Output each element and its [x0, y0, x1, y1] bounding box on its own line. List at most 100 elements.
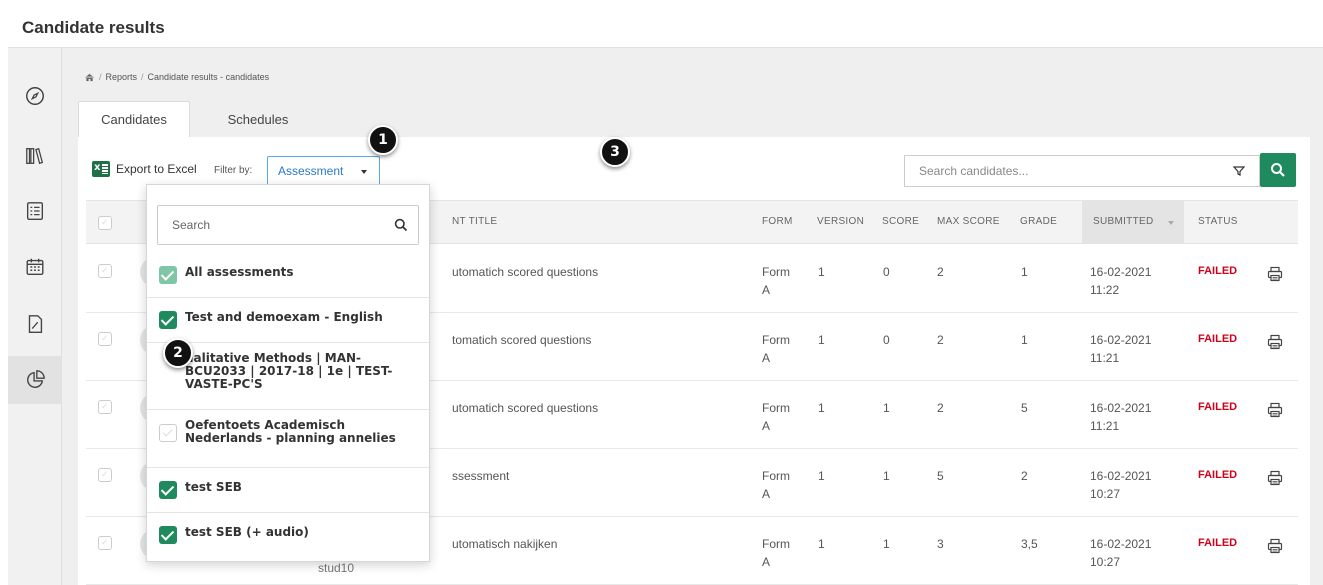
- row-checkbox[interactable]: ✓: [98, 536, 112, 550]
- document-icon[interactable]: [8, 300, 62, 348]
- tab-candidates[interactable]: Candidates: [78, 101, 190, 137]
- col-score[interactable]: SCORE: [882, 216, 919, 227]
- option-label: ualitative Methods | MAN- BCU2033 | 2017-…: [185, 352, 392, 391]
- col-version[interactable]: VERSION: [817, 216, 864, 227]
- col-form[interactable]: FORM: [762, 216, 793, 227]
- print-icon[interactable]: [1267, 538, 1283, 554]
- print-icon[interactable]: [1267, 334, 1283, 350]
- submitted-time: 11:22: [1090, 283, 1120, 297]
- col-title[interactable]: NT TITLE: [452, 216, 497, 227]
- option-label-line: test SEB (+ audio): [185, 525, 309, 539]
- version-value: 1: [818, 265, 825, 279]
- dropdown-option[interactable]: test SEB: [147, 468, 429, 513]
- score-value: 1: [883, 401, 890, 415]
- submitted-date: 16-02-2021: [1090, 265, 1152, 279]
- row-checkbox[interactable]: ✓: [98, 400, 112, 414]
- assessment-title[interactable]: ssessment: [452, 467, 509, 485]
- dropdown-search-input[interactable]: Search: [157, 205, 419, 245]
- form-sub-value: A: [762, 555, 771, 569]
- form-value: Form: [762, 265, 790, 279]
- grade-value: 1: [1021, 265, 1028, 279]
- assessment-title[interactable]: utomatich scored questions: [452, 263, 598, 281]
- filter-icon[interactable]: [1233, 165, 1245, 177]
- chart-pie-icon[interactable]: [8, 356, 62, 404]
- form-value: Form: [762, 333, 790, 347]
- calendar-icon[interactable]: [8, 243, 62, 291]
- compass-icon[interactable]: [8, 72, 62, 120]
- option-label-line: Nederlands - planning annelies: [185, 431, 396, 445]
- assessment-title[interactable]: utomatisch nakijken: [452, 535, 557, 553]
- score-value: 0: [883, 265, 890, 279]
- option-label-line: Test and demoexam - English: [185, 310, 383, 324]
- export-label: Export to Excel: [116, 162, 197, 176]
- print-icon[interactable]: [1267, 470, 1283, 486]
- option-label-line: VASTE-PC'S: [185, 377, 263, 391]
- list-icon[interactable]: [8, 187, 62, 235]
- form-sub-value: A: [762, 419, 771, 433]
- option-checkbox[interactable]: [159, 481, 177, 499]
- sort-desc-icon[interactable]: [1168, 221, 1174, 225]
- row-checkbox[interactable]: ✓: [98, 264, 112, 278]
- breadcrumb-current: Candidate results - candidates: [147, 72, 270, 82]
- submitted-date: 16-02-2021: [1090, 333, 1152, 347]
- tab-schedules-label: Schedules: [227, 111, 289, 127]
- option-checkbox[interactable]: [159, 424, 177, 442]
- grade-value: 2: [1021, 469, 1028, 483]
- option-label: All assessments: [185, 266, 294, 279]
- col-status[interactable]: STATUS: [1198, 216, 1238, 227]
- grade-value: 5: [1021, 401, 1028, 415]
- form-value: Form: [762, 469, 790, 483]
- score-value: 0: [883, 333, 890, 347]
- breadcrumb-separator: /: [99, 72, 102, 82]
- library-icon[interactable]: [8, 132, 62, 180]
- option-label: test SEB (+ audio): [185, 526, 309, 539]
- assessment-title[interactable]: utomatich scored questions: [452, 399, 598, 417]
- dropdown-option[interactable]: test SEB (+ audio): [147, 513, 429, 561]
- select-all-checkbox[interactable]: ✓: [98, 216, 112, 230]
- submitted-date: 16-02-2021: [1090, 537, 1152, 551]
- status-badge: FAILED: [1198, 401, 1238, 413]
- form-sub-value: A: [762, 487, 771, 501]
- row-checkbox[interactable]: ✓: [98, 468, 112, 482]
- filter-select[interactable]: Assessment: [267, 156, 380, 186]
- search-button[interactable]: [1260, 153, 1296, 187]
- dropdown-option[interactable]: All assessments: [147, 253, 429, 298]
- row-checkbox[interactable]: ✓: [98, 332, 112, 346]
- status-badge: FAILED: [1198, 333, 1238, 345]
- breadcrumb-reports[interactable]: Reports: [106, 72, 138, 82]
- search-candidates-input[interactable]: Search candidates...: [904, 155, 1260, 187]
- tab-schedules[interactable]: Schedules: [196, 101, 320, 137]
- option-checkbox[interactable]: [159, 266, 177, 284]
- print-icon[interactable]: [1267, 402, 1283, 418]
- breadcrumb: / Reports / Candidate results - candidat…: [84, 72, 269, 82]
- version-value: 1: [818, 537, 825, 551]
- version-value: 1: [818, 401, 825, 415]
- col-grade[interactable]: GRADE: [1020, 216, 1057, 227]
- status-badge: FAILED: [1198, 469, 1238, 481]
- max-score-value: 5: [937, 469, 944, 483]
- submitted-time: 11:21: [1090, 419, 1120, 433]
- form-value: Form: [762, 401, 790, 415]
- form-value: Form: [762, 537, 790, 551]
- form-sub-value: A: [762, 351, 771, 365]
- status-badge: FAILED: [1198, 265, 1238, 277]
- top-bar: Candidate results: [8, 8, 1323, 48]
- filter-label: Filter by:: [214, 165, 253, 176]
- col-max-score[interactable]: MAX SCORE: [937, 216, 1000, 227]
- submitted-time: 11:21: [1090, 351, 1120, 365]
- excel-icon: [92, 161, 110, 177]
- option-checkbox[interactable]: [159, 311, 177, 329]
- col-submitted[interactable]: SUBMITTED: [1093, 216, 1153, 227]
- max-score-value: 2: [937, 333, 944, 347]
- max-score-value: 2: [937, 265, 944, 279]
- print-icon[interactable]: [1267, 266, 1283, 282]
- home-icon[interactable]: [84, 73, 95, 82]
- dropdown-option[interactable]: Test and demoexam - English: [147, 298, 429, 343]
- dropdown-option[interactable]: Oefentoets Academisch Nederlands - planni…: [147, 410, 429, 468]
- max-score-value: 3: [937, 537, 944, 551]
- option-checkbox[interactable]: [159, 526, 177, 544]
- export-excel-button[interactable]: Export to Excel: [92, 161, 197, 177]
- version-value: 1: [818, 469, 825, 483]
- option-label: test SEB: [185, 481, 242, 494]
- assessment-title[interactable]: tomatich scored questions: [452, 331, 591, 349]
